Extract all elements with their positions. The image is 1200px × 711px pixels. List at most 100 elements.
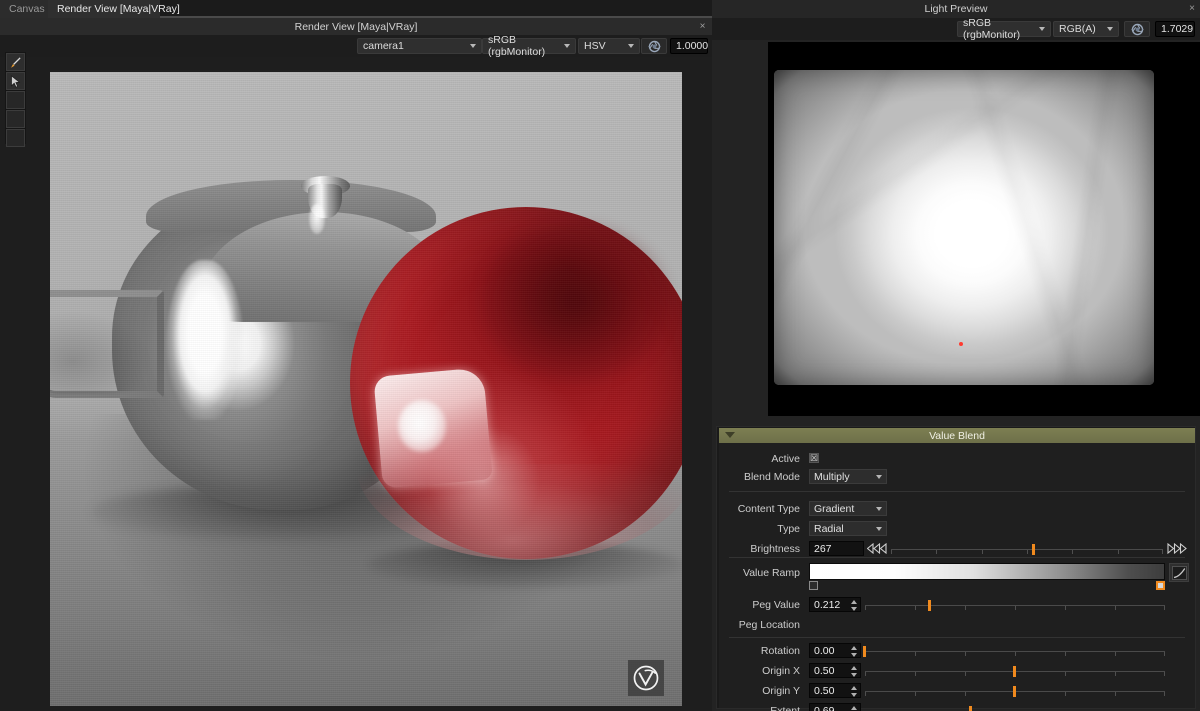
brightness-field[interactable]: 267 (809, 541, 864, 556)
rotation-ticks (865, 652, 1165, 657)
row-value-ramp: Value Ramp (719, 563, 1195, 593)
ramp-stop-handle-left[interactable] (809, 581, 818, 590)
row-peg-location-label: Peg Location (738, 619, 800, 631)
chevron-down-icon (628, 44, 634, 48)
type-dropdown[interactable]: Radial (809, 521, 887, 536)
origin-x-stepper[interactable] (851, 665, 858, 678)
extent-slider-thumb[interactable] (969, 706, 972, 711)
peg-value-field[interactable]: 0.212 (809, 597, 861, 612)
origin-x-field[interactable]: 0.50 (809, 663, 861, 678)
origin-x-value: 0.50 (814, 664, 835, 677)
blend-mode-dropdown[interactable]: Multiply (809, 469, 887, 484)
rotation-value: 0.00 (814, 644, 835, 657)
channel-dropdown-value: HSV (584, 40, 606, 52)
camera-dropdown-value: camera1 (363, 40, 404, 52)
row-peg-value-label: Peg Value (752, 599, 800, 611)
blend-mode-value: Multiply (814, 470, 850, 483)
chevron-down-icon (876, 506, 882, 511)
close-icon[interactable]: × (1189, 3, 1195, 14)
render-view-title-bar: Render View [Maya|VRay] × (0, 18, 712, 35)
chevron-down-icon (470, 44, 476, 48)
tool-slot-3[interactable] (6, 91, 25, 109)
brush-icon[interactable] (6, 53, 25, 71)
app-window: Canvas Render View [Maya|VRay] Render Vi… (0, 0, 1200, 711)
aperture-icon[interactable] (1124, 21, 1150, 37)
row-origin-x: Origin X 0.50 (719, 661, 1195, 681)
row-origin-y: Origin Y 0.50 (719, 681, 1195, 701)
row-blend-mode: Blend Mode Multiply (719, 467, 1195, 487)
render-image[interactable] (50, 72, 682, 706)
aperture-icon[interactable] (641, 38, 667, 54)
forward-arrows-icon[interactable] (1167, 543, 1187, 554)
value-blend-panel: Value Blend Active ☒ Blend Mode Multiply (716, 426, 1196, 711)
origin-y-slider-thumb[interactable] (1013, 686, 1016, 697)
rotation-slider-thumb[interactable] (863, 646, 866, 657)
tool-slot-4[interactable] (6, 110, 25, 128)
colorspace-dropdown-value: sRGB (rgbMonitor) (488, 34, 546, 58)
vray-logo-icon (628, 660, 664, 696)
content-type-value: Gradient (814, 502, 855, 515)
light-position-marker[interactable] (959, 342, 963, 346)
peg-value-slider-thumb[interactable] (928, 600, 931, 611)
softbox-light (774, 70, 1154, 385)
render-view-panel: Canvas Render View [Maya|VRay] Render Vi… (0, 0, 712, 711)
row-extent: Extent 0.69 (719, 701, 1195, 711)
colorspace-dropdown[interactable]: sRGB (rgbMonitor) (482, 34, 576, 58)
tool-slot-5[interactable] (6, 129, 25, 147)
peg-value-ticks (865, 606, 1165, 611)
exposure-field[interactable]: 1.0000 (670, 38, 708, 54)
chevron-down-icon (876, 526, 882, 531)
light-preview-title-bar: Light Preview × (712, 0, 1200, 18)
rewind-arrows-icon[interactable] (867, 543, 887, 554)
active-checkbox[interactable]: ☒ (809, 453, 819, 463)
rotation-stepper[interactable] (851, 645, 858, 658)
row-origin-x-label: Origin X (762, 665, 800, 677)
content-type-dropdown[interactable]: Gradient (809, 501, 887, 516)
camera-dropdown[interactable]: camera1 (357, 38, 482, 54)
origin-y-value: 0.50 (814, 684, 835, 697)
tab-render-view[interactable]: Render View [Maya|VRay] (48, 0, 180, 18)
triangle-down-icon[interactable] (725, 432, 735, 438)
curve-editor-icon[interactable] (1169, 563, 1189, 582)
row-brightness-label: Brightness (750, 543, 800, 555)
light-preview-image[interactable] (768, 42, 1200, 416)
peg-value-number: 0.212 (814, 598, 841, 611)
brightness-slider-thumb[interactable] (1032, 544, 1035, 555)
row-content-type: Content Type Gradient (719, 499, 1195, 519)
origin-y-field[interactable]: 0.50 (809, 683, 861, 698)
brightness-value: 267 (814, 542, 832, 555)
lp-channel-dropdown[interactable]: RGB(A) (1053, 21, 1119, 37)
extent-stepper[interactable] (851, 705, 858, 711)
row-rotation: Rotation 0.00 (719, 641, 1195, 661)
value-ramp-gradient[interactable] (809, 563, 1165, 580)
tab-canvas[interactable]: Canvas (0, 0, 48, 18)
softbox-edge-vignette (774, 70, 1154, 385)
row-active: Active ☒ (719, 449, 1195, 469)
row-content-type-label: Content Type (737, 503, 800, 515)
extent-value: 0.69 (814, 704, 835, 711)
ramp-stop-handle-right-selected[interactable] (1156, 581, 1165, 590)
extent-field[interactable]: 0.69 (809, 703, 861, 711)
rotation-field[interactable]: 0.00 (809, 643, 861, 658)
lp-exposure-field[interactable]: 1.7029 (1155, 21, 1195, 37)
value-blend-header[interactable]: Value Blend (719, 428, 1195, 443)
row-brightness: Brightness 267 (719, 539, 1195, 559)
chevron-down-icon (876, 474, 882, 479)
row-peg-location: Peg Location (719, 615, 1195, 635)
divider-1 (729, 491, 1185, 492)
lp-colorspace-dropdown[interactable]: sRGB (rgbMonitor) (957, 17, 1051, 41)
peg-value-stepper[interactable] (851, 599, 858, 612)
type-value: Radial (814, 522, 844, 535)
value-blend-body: Active ☒ Blend Mode Multiply Content Typ… (719, 443, 1195, 711)
divider-2 (729, 557, 1185, 558)
row-rotation-label: Rotation (760, 645, 800, 657)
close-icon[interactable]: × (697, 21, 708, 32)
row-blend-mode-label: Blend Mode (743, 471, 800, 483)
row-peg-value: Peg Value 0.212 (719, 595, 1195, 615)
cursor-arrow-icon[interactable] (6, 72, 25, 90)
origin-y-stepper[interactable] (851, 685, 858, 698)
origin-x-slider-thumb[interactable] (1013, 666, 1016, 677)
exposure-value: 1.0000 (676, 40, 709, 52)
divider-3 (729, 637, 1185, 638)
channel-dropdown[interactable]: HSV (578, 38, 640, 54)
